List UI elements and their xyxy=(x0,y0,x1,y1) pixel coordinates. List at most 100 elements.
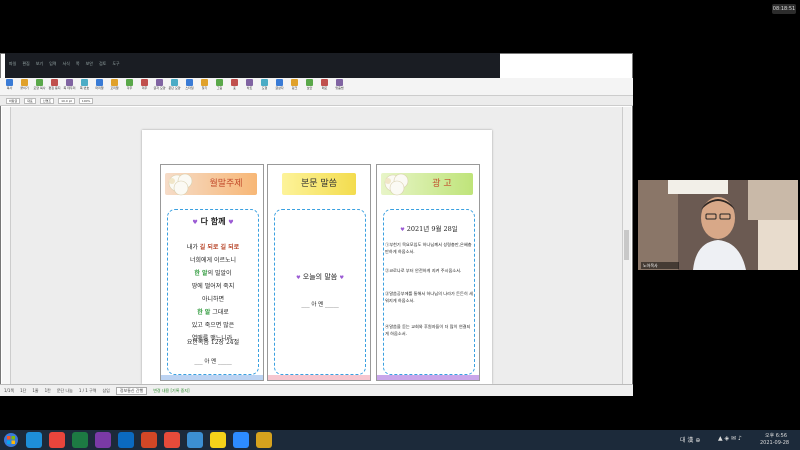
status-item: 1줄 xyxy=(32,387,39,393)
theme-heading: 다 함께 xyxy=(200,216,226,226)
ribbon-button[interactable]: 문단 모양 xyxy=(168,79,181,94)
ribbon-button[interactable]: 편집 용지 xyxy=(48,79,61,94)
tray-date[interactable]: 2021-09-28 xyxy=(760,440,789,446)
ribbon-button[interactable]: 쪽 테두리 xyxy=(63,79,76,94)
poem-text: 아니하면 xyxy=(201,296,225,303)
tray-time[interactable]: 오후 6:56 xyxy=(765,432,787,439)
notice-item: ①부천기 목요모임도 하나님께서 성령충만,은혜충만하게 하옵소서. xyxy=(385,242,472,254)
ribbon-button[interactable]: 찾기 xyxy=(198,79,211,94)
amen-line-icon: _____ xyxy=(217,359,232,365)
ime-indicator[interactable]: 대 漢 ⊕ xyxy=(680,435,700,444)
theme-title: 월말주제 xyxy=(209,179,243,189)
ribbon-button[interactable]: 스타일 xyxy=(183,79,196,94)
ribbon-icon xyxy=(141,79,148,86)
scrollbar-thumb[interactable] xyxy=(624,230,629,260)
ribbon-button[interactable]: 꼬리말 xyxy=(108,79,121,94)
ribbon-icon xyxy=(111,79,118,86)
ribbon-button[interactable]: 쪽 번호 xyxy=(78,79,91,94)
format-field[interactable]: 신명조 xyxy=(39,97,55,104)
format-field[interactable]: 대표 xyxy=(24,97,36,104)
ribbon-button[interactable]: 메모 xyxy=(318,79,331,94)
ribbon-label: 맞춤법 xyxy=(335,86,344,90)
theme-heading-row: ♥ 다 함께 ♥ xyxy=(169,215,257,229)
menu-tab[interactable]: 입력 xyxy=(49,60,56,68)
ribbon-label: 그림 xyxy=(216,86,223,90)
taskbar-app-chrome-icon[interactable] xyxy=(49,432,65,448)
document-tab[interactable]: 정보통신 간행 xyxy=(115,386,148,395)
ribbon-button[interactable]: 도형 xyxy=(258,79,271,94)
ribbon-label: 미주 xyxy=(141,86,148,90)
heart-icon: ♥ xyxy=(228,219,234,226)
scripture-dashed-box xyxy=(274,209,366,375)
webcam-video xyxy=(638,180,798,270)
ribbon-icon xyxy=(126,79,133,86)
ribbon-button[interactable]: 글자 모양 xyxy=(153,79,166,94)
format-field[interactable]: 10.0 pt xyxy=(58,97,75,104)
amen-line-icon: ___ xyxy=(194,359,203,365)
ribbon-icon xyxy=(171,79,178,86)
ribbon-button[interactable]: 미주 xyxy=(138,79,151,94)
menu-tab[interactable]: 편집 xyxy=(22,60,29,68)
sheep-icon xyxy=(384,173,409,196)
scripture-text: 오늘의 말씀 xyxy=(302,273,338,281)
poem-line: 아니하면 xyxy=(169,293,257,306)
scripture-text-row: ♥ 오늘의 말씀 ♥ xyxy=(276,272,364,282)
ribbon-button[interactable]: 복사 xyxy=(3,79,16,94)
ribbon-icon xyxy=(36,79,43,86)
poem-line: 내가 길 되로 길 되로 xyxy=(169,241,257,254)
scripture-amen-row: ___ 아 멘 _____ xyxy=(276,300,364,308)
taskbar-app-onenote-icon[interactable] xyxy=(95,432,111,448)
ribbon-label: 차트 xyxy=(246,86,253,90)
ribbon-button[interactable]: 모양 복사 xyxy=(33,79,46,94)
menu-tab[interactable]: 파일 xyxy=(9,60,16,68)
ribbon-button[interactable]: 붙이기 xyxy=(18,79,31,94)
taskbar-app-hangul-icon[interactable] xyxy=(187,432,203,448)
menu-tab[interactable]: 서식 xyxy=(63,60,70,68)
ribbon-toolbar: 복사 붙이기 모양 복사 편집 용지 쪽 테두리 쪽 번호 머리말 꼬리말 각주 미주 글자 모양 문… xyxy=(0,78,633,96)
taskbar-app-viewer-icon[interactable] xyxy=(164,432,180,448)
taskbar-app-ie-icon[interactable] xyxy=(26,432,42,448)
taskbar-app-outlook-icon[interactable] xyxy=(118,432,134,448)
taskbar-app-zoom-icon[interactable] xyxy=(233,432,249,448)
ribbon-label: 꼬리말 xyxy=(110,86,119,90)
status-item: 문단 나눔 xyxy=(56,387,73,393)
change-tracking-status[interactable]: 변경 내용 [기록 중지] xyxy=(153,388,189,394)
taskbar-app-powerpoint-icon[interactable] xyxy=(141,432,157,448)
menu-tab[interactable]: 도구 xyxy=(112,60,119,68)
ribbon-button[interactable]: 머리말 xyxy=(93,79,106,94)
taskbar-app-kakaotalk-icon[interactable] xyxy=(210,432,226,448)
ribbon-button[interactable]: 글상자 xyxy=(273,79,286,94)
menu-tab[interactable]: 보안 xyxy=(86,60,93,68)
menu-tab[interactable]: 보기 xyxy=(36,60,43,68)
poem-line: 있고 죽으면 많은 xyxy=(169,319,257,332)
network-icon[interactable]: ▲ ◈ ✉ ♪ xyxy=(718,435,742,442)
menu-tab[interactable]: 쪽 xyxy=(76,60,80,68)
menu-tab[interactable]: 검토 xyxy=(99,60,106,68)
ribbon-button[interactable]: 각주 xyxy=(123,79,136,94)
poem-line: 한 알 그대로 xyxy=(169,306,257,319)
webcam-name-label: 노아목사 xyxy=(641,262,679,269)
ribbon-icon xyxy=(216,79,223,86)
taskbar-app-photos-icon[interactable] xyxy=(256,432,272,448)
notice-footer-strip xyxy=(377,375,479,380)
theme-reference: 요한복음 12장 24절 xyxy=(186,339,240,346)
ribbon-icon xyxy=(306,79,313,86)
theme-poem: 내가 길 되로 길 되로 너희에게 이르노니 한 알의 밀알이 땅에 떨어져 죽지 아니… xyxy=(169,241,257,345)
poem-line: 한 알의 밀알이 xyxy=(169,267,257,280)
format-field[interactable]: 바탕글 xyxy=(6,97,21,104)
poem-text: 있고 죽으면 많은 xyxy=(191,322,235,329)
windows-start-icon[interactable] xyxy=(3,432,19,448)
ribbon-button[interactable]: 보안 xyxy=(303,79,316,94)
ribbon-button[interactable]: 그림 xyxy=(213,79,226,94)
ribbon-button[interactable]: 링크 xyxy=(288,79,301,94)
status-item: 삽입 xyxy=(102,387,110,393)
taskbar-app-excel-icon[interactable] xyxy=(72,432,88,448)
format-bar: 바탕글 대표 신명조 10.0 pt 100% xyxy=(0,96,633,106)
ribbon-button[interactable]: 맞춤법 xyxy=(333,79,346,94)
ribbon-button[interactable]: 차트 xyxy=(243,79,256,94)
amen-line-icon: ___ xyxy=(301,302,310,308)
ribbon-label: 편집 용지 xyxy=(48,86,61,90)
ribbon-icon xyxy=(81,79,88,86)
ribbon-button[interactable]: 표 xyxy=(228,79,241,94)
format-field[interactable]: 100% xyxy=(78,97,94,104)
